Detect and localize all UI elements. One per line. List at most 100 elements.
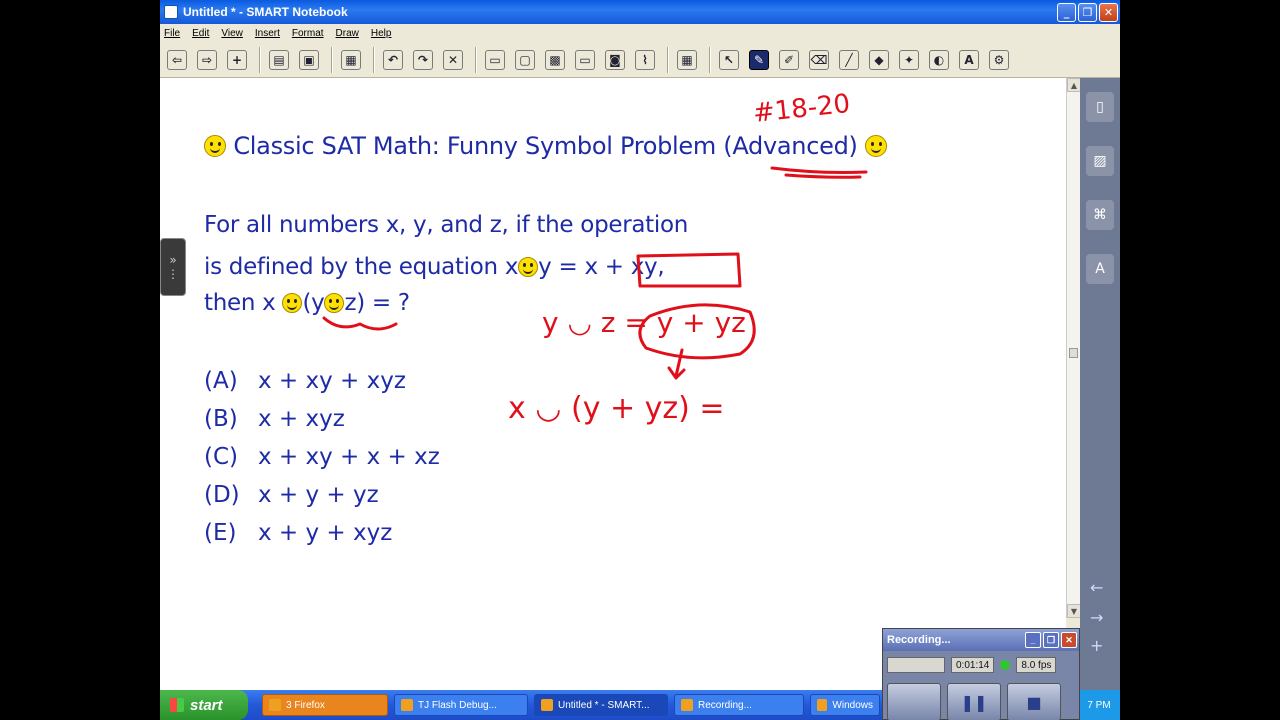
arrow-left-icon[interactable]: ← (1090, 578, 1112, 597)
task-flash-debug[interactable]: TJ Flash Debug... (394, 694, 528, 716)
creative-pen-icon: ✐ (779, 49, 799, 70)
add-page-button[interactable]: + (224, 46, 250, 74)
full-screen-icon: ▢ (515, 49, 535, 70)
redo-button[interactable]: ↷ (410, 46, 436, 74)
arrow-right-icon[interactable]: → (1090, 608, 1112, 627)
grid-icon: ⋮ (167, 267, 179, 281)
table-grid-button[interactable]: ▩ (542, 46, 568, 74)
choice-text: x + xyz (258, 406, 345, 432)
toolbar-separator (667, 46, 669, 73)
frame-rate: 8.0 fps (1016, 657, 1057, 673)
gallery-tab-icon[interactable]: ▨ (1086, 146, 1114, 176)
menu-insert[interactable]: Insert (255, 28, 280, 39)
problem-line-2: is defined by the equation x y = x + xy, (204, 254, 665, 280)
page-sorter-tab-icon[interactable]: ▯ (1086, 92, 1114, 122)
windows-icon (817, 699, 828, 711)
collapsed-panel-handle[interactable]: » ⋮ (160, 238, 186, 296)
handwritten-tag: #18-20 (752, 89, 852, 129)
menu-edit[interactable]: Edit (192, 28, 209, 39)
toolbar-separator (259, 46, 261, 73)
task-label: TJ Flash Debug... (418, 699, 497, 711)
scroll-up-arrow-icon[interactable]: ▲ (1067, 78, 1081, 92)
monitor-icon: ▭ (575, 49, 595, 70)
forward-button[interactable]: ⇨ (194, 46, 220, 74)
add-icon[interactable]: + (1090, 636, 1112, 655)
problem-line-3-end: z) = ? (344, 290, 410, 316)
system-clock: 7 PM (1078, 690, 1120, 720)
capture-button[interactable]: ◙ (602, 46, 628, 74)
stop-button[interactable]: ■ (1007, 683, 1061, 720)
save-button[interactable]: ▣ (296, 46, 322, 74)
chevron-right-icon: » (169, 253, 177, 267)
recorder-minimize-button[interactable]: _ (1025, 632, 1041, 648)
task-windows[interactable]: Windows (810, 694, 880, 716)
maximize-button[interactable]: ❐ (1078, 2, 1097, 22)
text-button[interactable]: A (956, 46, 982, 74)
scroll-down-arrow-icon[interactable]: ▼ (1067, 604, 1081, 618)
pause-button[interactable]: ❚❚ (947, 683, 1001, 720)
record-button[interactable] (887, 683, 941, 720)
choice-a: (A) x + xy + xyz (204, 368, 406, 394)
smart-notebook-window: Untitled * - SMART Notebook _ ❐ ✕ File E… (160, 0, 1120, 690)
vertical-scrollbar[interactable]: ▲ ▼ (1066, 78, 1081, 618)
attachments-tab-icon[interactable]: ⌘ (1086, 200, 1114, 230)
title-advanced: Advanced (732, 132, 849, 160)
recorder-close-button[interactable]: ✕ (1061, 632, 1077, 648)
choice-e: (E) x + y + xyz (204, 520, 392, 546)
back-button[interactable]: ⇦ (164, 46, 190, 74)
choice-c: (C) x + xy + x + xz (204, 444, 440, 470)
delete-button[interactable]: ✕ (440, 46, 466, 74)
scroll-thumb[interactable] (1069, 348, 1078, 358)
menu-file[interactable]: File (164, 28, 180, 39)
magic-pen-button[interactable]: ✦ (896, 46, 922, 74)
choice-text: x + xy + x + xz (258, 444, 440, 470)
fill-icon: ◐ (929, 49, 949, 70)
recording-indicator-icon (1000, 660, 1011, 670)
close-button[interactable]: ✕ (1099, 2, 1118, 22)
paste-button[interactable]: ▦ (338, 46, 364, 74)
start-button[interactable]: start (160, 690, 248, 720)
delete-icon: ✕ (443, 49, 463, 70)
recorder-icon (681, 699, 693, 711)
open-button[interactable]: ▤ (266, 46, 292, 74)
properties-button[interactable]: ⚙ (986, 46, 1012, 74)
problem-line-3: then x (y z) = ? (204, 290, 410, 316)
choice-label: (D) (204, 482, 240, 508)
problem-line-1: For all numbers x, y, and z, if the oper… (204, 212, 689, 238)
capture-icon: ◙ (605, 49, 625, 70)
table-button[interactable]: ▦ (674, 46, 700, 74)
line-button[interactable]: ╱ (836, 46, 862, 74)
properties-tab-icon[interactable]: A (1086, 254, 1114, 284)
monitor-button[interactable]: ▭ (572, 46, 598, 74)
eraser-button[interactable]: ⌫ (806, 46, 832, 74)
pen-button[interactable]: ✎ (746, 46, 772, 74)
full-screen-button[interactable]: ▢ (512, 46, 538, 74)
volume-meter (887, 657, 945, 673)
app-icon (164, 5, 178, 19)
fill-button[interactable]: ◐ (926, 46, 952, 74)
recorder-title-bar[interactable]: Recording... _ ❐ ✕ (883, 629, 1079, 651)
magic-pen-icon: ✦ (899, 49, 919, 70)
minimize-button[interactable]: _ (1057, 2, 1076, 22)
page-title: Classic SAT Math: Funny Symbol Problem (… (204, 132, 887, 160)
title-bar[interactable]: Untitled * - SMART Notebook _ ❐ ✕ (160, 0, 1120, 24)
menu-view[interactable]: View (221, 28, 243, 39)
shapes-button[interactable]: ◆ (866, 46, 892, 74)
menu-help[interactable]: Help (371, 28, 392, 39)
notebook-page[interactable]: Classic SAT Math: Funny Symbol Problem (… (160, 78, 1066, 690)
task-firefox[interactable]: 3 Firefox (262, 694, 388, 716)
document-camera-button[interactable]: ⌇ (632, 46, 658, 74)
undo-button[interactable]: ↶ (380, 46, 406, 74)
screen-shade-button[interactable]: ▭ (482, 46, 508, 74)
creative-pen-button[interactable]: ✐ (776, 46, 802, 74)
select-button[interactable]: ↖ (716, 46, 742, 74)
expression-circle (638, 303, 756, 360)
task-smart-notebook[interactable]: Untitled * - SMART... (534, 694, 668, 716)
paste-icon: ▦ (341, 49, 361, 70)
recorder-restore-button[interactable]: ❐ (1043, 632, 1059, 648)
task-label: Windows (832, 699, 873, 711)
menu-format[interactable]: Format (292, 28, 324, 39)
menu-draw[interactable]: Draw (336, 28, 359, 39)
task-recording[interactable]: Recording... (674, 694, 804, 716)
table-grid-icon: ▩ (545, 49, 565, 70)
